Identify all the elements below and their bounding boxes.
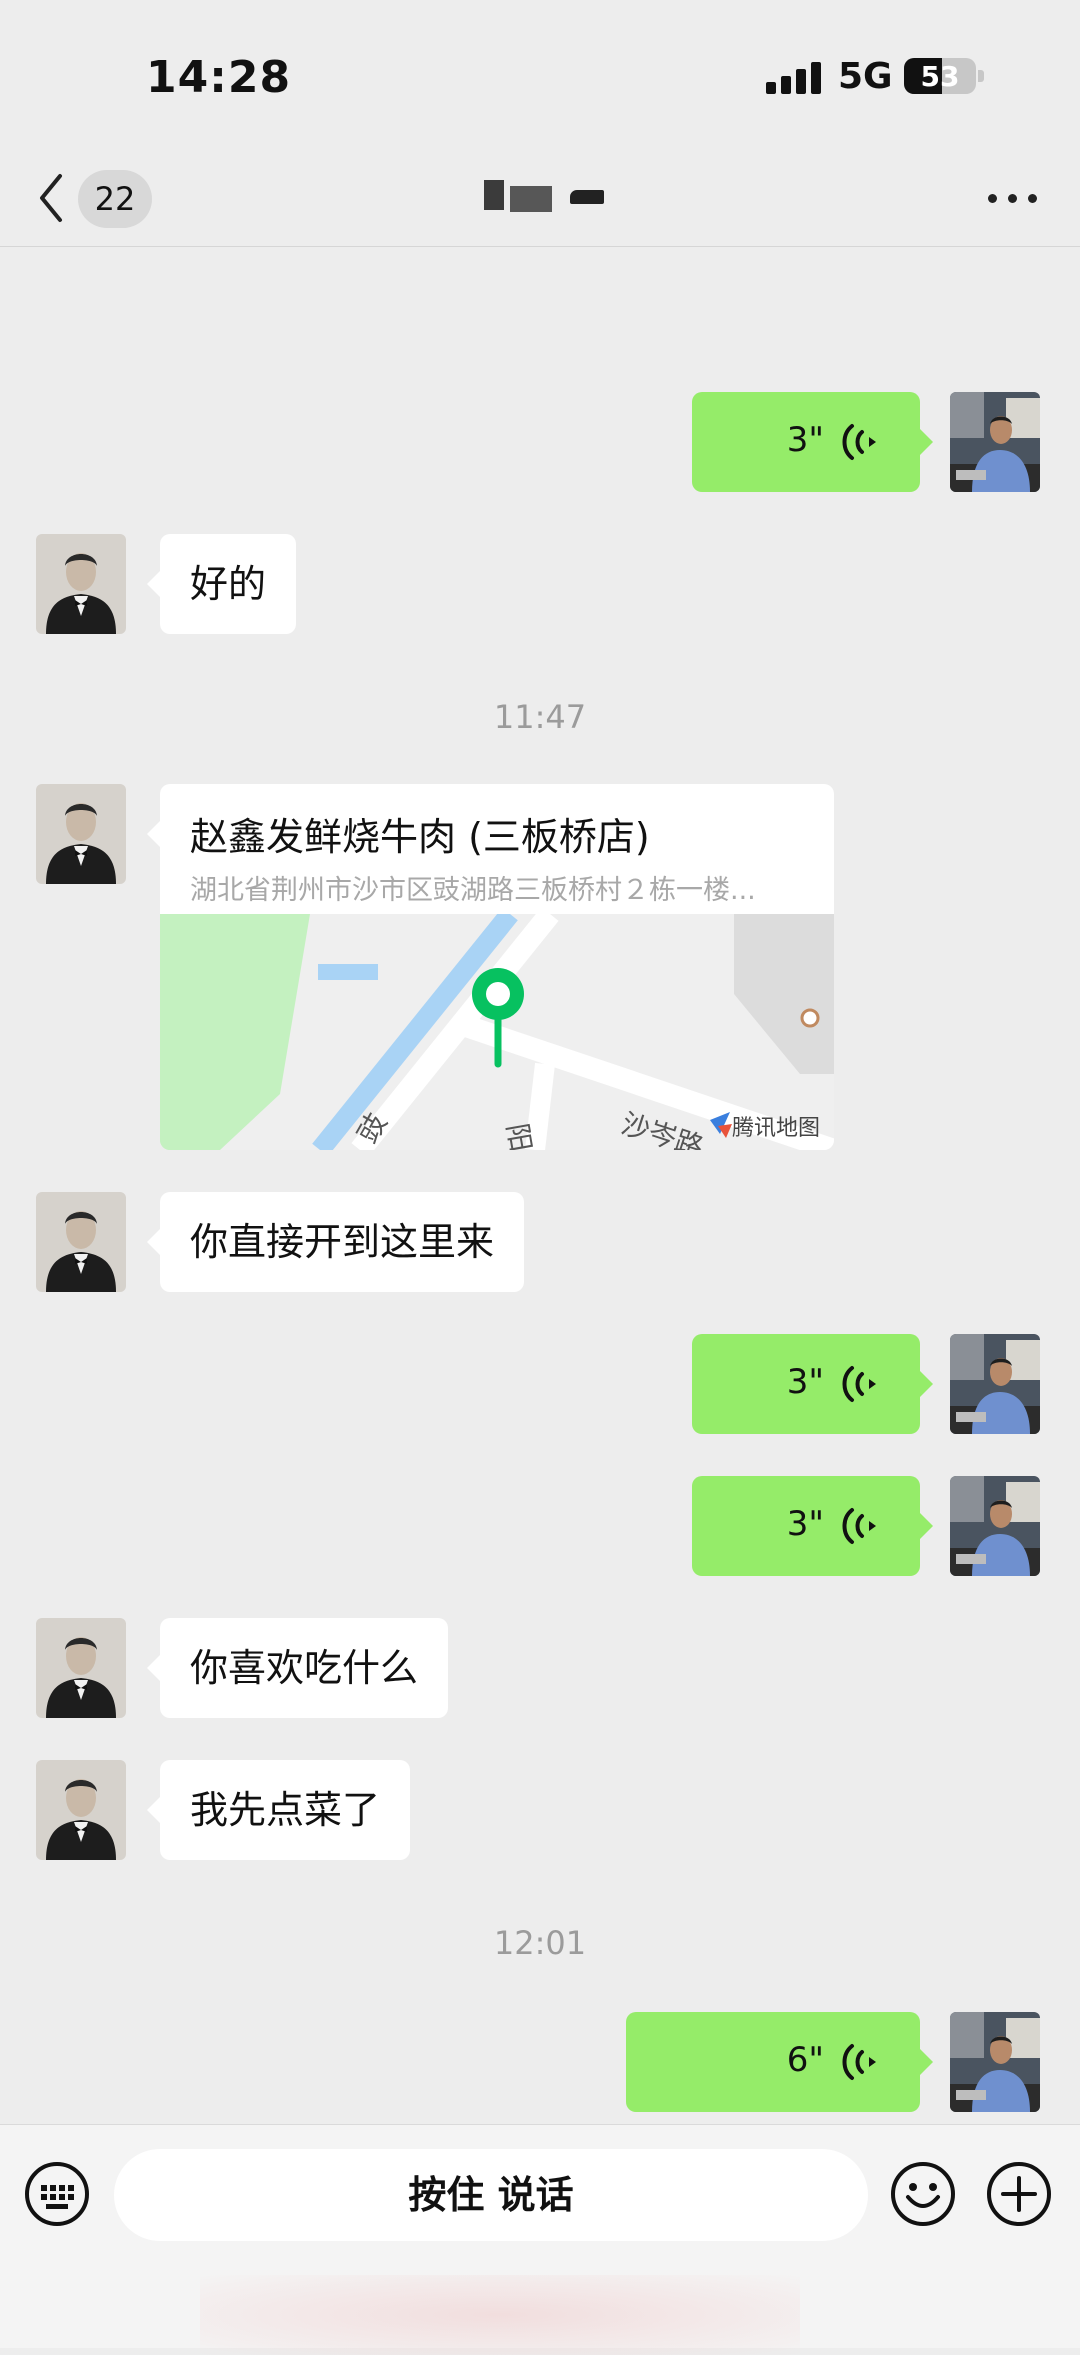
contact-avatar[interactable]	[36, 784, 126, 884]
voice-wave-icon	[842, 1506, 884, 1546]
map-road-label: 阳	[500, 1121, 537, 1150]
voice-message-bubble[interactable]: 3"	[692, 1334, 933, 1434]
voice-wave-icon	[842, 2042, 884, 2082]
voice-message-bubble[interactable]: 3"	[692, 1476, 933, 1576]
chevron-left-icon[interactable]	[36, 170, 66, 226]
keyboard-icon[interactable]	[24, 2161, 90, 2227]
voice-duration: 3"	[786, 420, 824, 460]
more-dots-icon[interactable]	[984, 180, 1040, 216]
contact-avatar[interactable]	[36, 534, 126, 634]
voice-duration: 3"	[786, 1362, 824, 1402]
battery-icon: 53	[904, 58, 976, 94]
battery-cap	[978, 70, 984, 82]
contact-avatar[interactable]	[36, 1760, 126, 1860]
status-bar: 14:28 5G 53	[0, 0, 1080, 150]
location-name: 赵鑫发鲜烧牛肉 (三板桥店)	[190, 815, 650, 859]
emoji-icon[interactable]	[890, 2161, 956, 2227]
text-message-bubble[interactable]: 你直接开到这里来	[146, 1192, 525, 1292]
voice-wave-icon	[842, 422, 884, 462]
map-brand-label: 腾讯地图	[731, 1116, 820, 1141]
voice-message-bubble[interactable]: 6"	[626, 2012, 933, 2112]
input-bar: 按住 说话	[0, 2124, 1080, 2355]
message-timestamp: 12:01	[493, 1924, 587, 1962]
self-avatar[interactable]	[950, 2012, 1040, 2112]
contact-avatar[interactable]	[36, 1192, 126, 1292]
text-message-bubble[interactable]: 好的	[146, 534, 297, 634]
redaction-block	[570, 190, 604, 204]
bubble-arrow	[147, 820, 161, 848]
text-message-bubble[interactable]: 我先点菜了	[146, 1760, 411, 1860]
self-avatar[interactable]	[950, 392, 1040, 492]
dot	[988, 194, 997, 203]
location-address: 湖北省荆州市沙市区豉湖路三板桥村２栋一楼...	[190, 875, 756, 906]
battery-percent: 53	[920, 60, 960, 93]
dot	[1028, 194, 1037, 203]
unread-count-badge[interactable]: 22	[78, 170, 152, 228]
redaction-block	[484, 180, 504, 210]
chat-title-redacted	[480, 172, 620, 222]
text-message-bubble[interactable]: 你喜欢吃什么	[146, 1618, 449, 1718]
signal-icon	[766, 62, 821, 94]
voice-duration: 6"	[786, 2040, 824, 2080]
dot	[1008, 194, 1017, 203]
redaction-block	[510, 186, 552, 212]
message-text: 你喜欢吃什么	[190, 1646, 419, 1690]
plus-icon[interactable]	[986, 2161, 1052, 2227]
message-text: 好的	[190, 562, 267, 606]
message-timestamp: 11:47	[493, 698, 587, 736]
voice-message-bubble[interactable]: 3"	[692, 392, 933, 492]
self-avatar[interactable]	[950, 1334, 1040, 1434]
home-indicator-area	[200, 2275, 800, 2355]
network-type: 5G	[838, 56, 893, 97]
location-message-card[interactable]: 赵鑫发鲜烧牛肉 (三板桥店) 湖北省荆州市沙市区豉湖路三板桥村２栋一楼... 豉…	[160, 784, 834, 1150]
voice-duration: 3"	[786, 1504, 824, 1544]
message-text: 我先点菜了	[190, 1788, 381, 1832]
chat-header: 22	[0, 150, 1080, 247]
message-text: 你直接开到这里来	[190, 1220, 495, 1264]
contact-avatar[interactable]	[36, 1618, 126, 1718]
status-time: 14:28	[146, 52, 292, 103]
self-avatar[interactable]	[950, 1476, 1040, 1576]
hold-to-talk-button[interactable]: 按住 说话	[114, 2149, 868, 2241]
voice-wave-icon	[842, 1364, 884, 1404]
